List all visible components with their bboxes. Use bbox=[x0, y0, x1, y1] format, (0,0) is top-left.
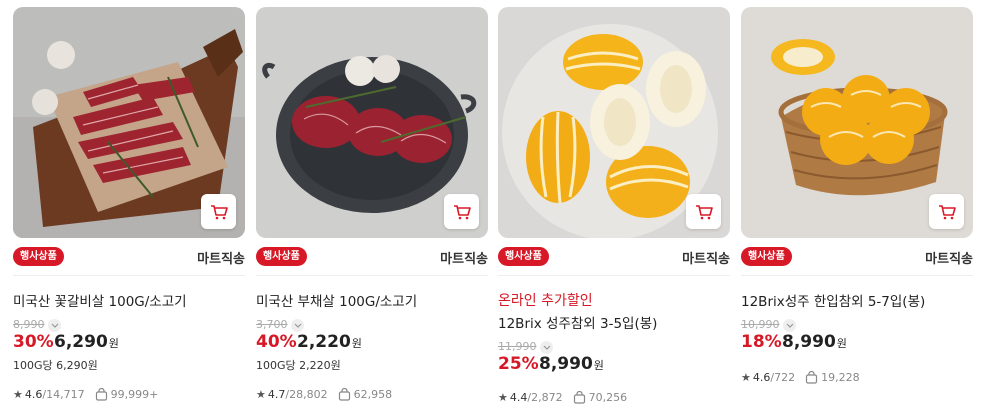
cart-icon bbox=[695, 204, 713, 219]
product-stats: ★ 4.6/ 722 19,228 bbox=[741, 371, 860, 384]
purchase-bag-icon bbox=[338, 388, 351, 401]
product-grid: 행사상품 마트직송 미국산 꽃갈비살 100G/소고기 8,990 30% 6,… bbox=[0, 0, 995, 411]
purchase-count: 62,958 bbox=[353, 388, 393, 401]
rating: 4.4 bbox=[509, 391, 528, 404]
product-stats: ★ 4.6/ 14,717 99,999+ bbox=[13, 388, 159, 401]
divider bbox=[256, 275, 488, 276]
product-meta: 행사상품 마트직송 bbox=[13, 247, 245, 269]
product-name[interactable]: 미국산 부채살 100G/소고기 bbox=[256, 290, 417, 310]
currency: 원 bbox=[351, 337, 362, 350]
promo-label: 온라인 추가할인 bbox=[498, 293, 593, 309]
rating: 4.6 bbox=[24, 388, 43, 401]
chevron-down-icon[interactable] bbox=[48, 319, 61, 332]
product-stats: ★ 4.7/ 28,802 62,958 bbox=[256, 388, 393, 401]
original-price: 10,990 bbox=[741, 318, 780, 331]
product-image[interactable] bbox=[256, 7, 488, 238]
review-count: 2,872 bbox=[531, 391, 563, 404]
unit-price: 100G당 2,220원 bbox=[256, 359, 341, 372]
discount-rate: 25% bbox=[498, 354, 539, 374]
product-name[interactable]: 미국산 꽃갈비살 100G/소고기 bbox=[13, 290, 187, 310]
purchase-count: 99,999+ bbox=[110, 388, 159, 401]
delivery-type: 마트직송 bbox=[925, 252, 973, 267]
product-meta: 행사상품 마트직송 bbox=[741, 247, 973, 269]
sale-price: 8,990원 bbox=[782, 332, 847, 352]
purchase-bag-icon bbox=[573, 391, 586, 404]
star-icon: ★ bbox=[498, 391, 508, 404]
sale-price: 8,990원 bbox=[539, 354, 604, 374]
add-to-cart-button[interactable] bbox=[444, 194, 479, 229]
chevron-down-icon[interactable] bbox=[540, 341, 553, 354]
star-icon: ★ bbox=[741, 371, 751, 384]
sale-price: 6,290원 bbox=[54, 332, 119, 352]
product-image[interactable] bbox=[13, 7, 245, 238]
purchase-bag-icon bbox=[95, 388, 108, 401]
product-stats: ★ 4.4/ 2,872 70,256 bbox=[498, 391, 628, 404]
discount-rate: 40% bbox=[256, 332, 297, 352]
original-price: 8,990 bbox=[13, 318, 45, 331]
review-count: 28,802 bbox=[289, 388, 328, 401]
cart-icon bbox=[210, 204, 228, 219]
rating: 4.6 bbox=[752, 371, 771, 384]
chevron-down-icon[interactable] bbox=[291, 319, 304, 332]
product-card[interactable]: 행사상품 마트직송 12Brix성주 한입참외 5-7입(봉) 10,990 1… bbox=[741, 7, 973, 407]
product-card[interactable]: 행사상품 마트직송 온라인 추가할인 12Brix 성주참외 3-5입(봉) 1… bbox=[498, 7, 730, 407]
original-price: 11,990 bbox=[498, 340, 537, 353]
purchase-bag-icon bbox=[805, 371, 818, 384]
price-value: 8,990 bbox=[539, 354, 593, 374]
product-name[interactable]: 12Brix 성주참외 3-5입(봉) bbox=[498, 312, 657, 332]
price-value: 2,220 bbox=[297, 332, 351, 352]
price-value: 8,990 bbox=[782, 332, 836, 352]
review-count: 14,717 bbox=[46, 388, 85, 401]
add-to-cart-button[interactable] bbox=[686, 194, 721, 229]
delivery-type: 마트직송 bbox=[440, 252, 488, 267]
currency: 원 bbox=[593, 359, 604, 372]
unit-price: 100G당 6,290원 bbox=[13, 359, 98, 372]
star-icon: ★ bbox=[256, 388, 266, 401]
divider bbox=[741, 275, 973, 276]
event-badge: 행사상품 bbox=[741, 247, 792, 266]
cart-icon bbox=[938, 204, 956, 219]
product-card[interactable]: 행사상품 마트직송 미국산 부채살 100G/소고기 3,700 40% 2,2… bbox=[256, 7, 488, 407]
currency: 원 bbox=[108, 337, 119, 350]
divider bbox=[498, 275, 730, 276]
event-badge: 행사상품 bbox=[256, 247, 307, 266]
review-count: 722 bbox=[774, 371, 796, 384]
delivery-type: 마트직송 bbox=[682, 252, 730, 267]
star-icon: ★ bbox=[13, 388, 23, 401]
product-meta: 행사상품 마트직송 bbox=[498, 247, 730, 269]
event-badge: 행사상품 bbox=[498, 247, 549, 266]
divider bbox=[13, 275, 245, 276]
original-price: 3,700 bbox=[256, 318, 288, 331]
add-to-cart-button[interactable] bbox=[929, 194, 964, 229]
rating: 4.7 bbox=[267, 388, 286, 401]
chevron-down-icon[interactable] bbox=[783, 319, 796, 332]
currency: 원 bbox=[836, 337, 847, 350]
product-image[interactable] bbox=[741, 7, 973, 238]
discount-rate: 30% bbox=[13, 332, 54, 352]
purchase-count: 19,228 bbox=[821, 371, 860, 384]
product-meta: 행사상품 마트직송 bbox=[256, 247, 488, 269]
delivery-type: 마트직송 bbox=[197, 252, 245, 267]
event-badge: 행사상품 bbox=[13, 247, 64, 266]
product-image[interactable] bbox=[498, 7, 730, 238]
sale-price: 2,220원 bbox=[297, 332, 362, 352]
product-name[interactable]: 12Brix성주 한입참외 5-7입(봉) bbox=[741, 290, 925, 310]
product-card[interactable]: 행사상품 마트직송 미국산 꽃갈비살 100G/소고기 8,990 30% 6,… bbox=[13, 7, 245, 407]
cart-icon bbox=[453, 204, 471, 219]
add-to-cart-button[interactable] bbox=[201, 194, 236, 229]
discount-rate: 18% bbox=[741, 332, 782, 352]
purchase-count: 70,256 bbox=[588, 391, 628, 404]
price-value: 6,290 bbox=[54, 332, 108, 352]
